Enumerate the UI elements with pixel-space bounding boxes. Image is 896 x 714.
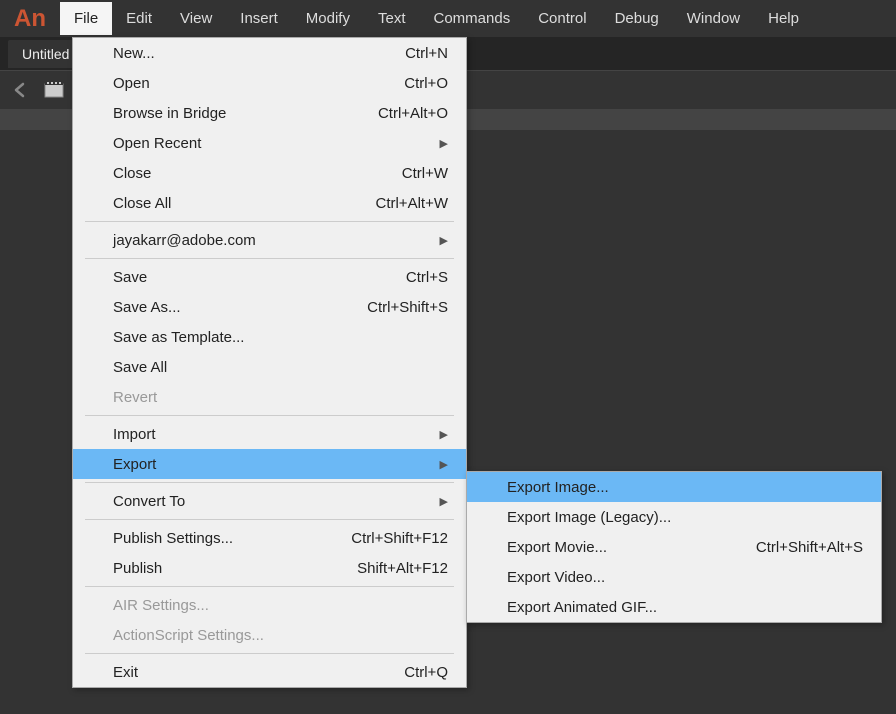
menu-commands[interactable]: Commands — [420, 2, 525, 35]
submenu-item-export-image-legacy[interactable]: Export Image (Legacy)... — [467, 502, 881, 532]
shortcut-label: Ctrl+N — [405, 45, 448, 62]
shortcut-label: Shift+Alt+F12 — [357, 560, 448, 577]
scene-icon[interactable] — [42, 78, 66, 102]
shortcut-label: Ctrl+Shift+Alt+S — [756, 539, 863, 556]
chevron-right-icon: ▶ — [440, 458, 448, 471]
shortcut-label: Ctrl+O — [404, 75, 448, 92]
chevron-right-icon: ▶ — [440, 137, 448, 150]
menu-separator — [85, 653, 454, 654]
menu-debug[interactable]: Debug — [601, 2, 673, 35]
menu-item-import[interactable]: Import ▶ — [73, 419, 466, 449]
menu-window[interactable]: Window — [673, 2, 754, 35]
menu-label: Open Recent — [113, 135, 201, 152]
menu-label: Save As... — [113, 299, 181, 316]
menu-modify[interactable]: Modify — [292, 2, 364, 35]
menu-separator — [85, 258, 454, 259]
menu-label: AIR Settings... — [113, 597, 209, 614]
menu-label: Save — [113, 269, 147, 286]
shortcut-label: Ctrl+Shift+F12 — [351, 530, 448, 547]
app-logo: An — [0, 5, 60, 33]
menu-item-revert: Revert — [73, 382, 466, 412]
menu-label: Export Animated GIF... — [507, 599, 657, 616]
back-arrow-icon[interactable] — [8, 78, 32, 102]
menu-item-save-template[interactable]: Save as Template... — [73, 322, 466, 352]
menu-label: ActionScript Settings... — [113, 627, 264, 644]
submenu-item-export-animated-gif[interactable]: Export Animated GIF... — [467, 592, 881, 622]
menu-item-save-all[interactable]: Save All — [73, 352, 466, 382]
menu-file[interactable]: File — [60, 2, 112, 35]
menu-item-account[interactable]: jayakarr@adobe.com ▶ — [73, 225, 466, 255]
shortcut-label: Ctrl+S — [406, 269, 448, 286]
menu-label: Publish — [113, 560, 162, 577]
menu-control[interactable]: Control — [524, 2, 600, 35]
menu-edit[interactable]: Edit — [112, 2, 166, 35]
menu-label: Export Video... — [507, 569, 605, 586]
menu-label: Browse in Bridge — [113, 105, 226, 122]
menu-text[interactable]: Text — [364, 2, 420, 35]
menu-item-open[interactable]: Open Ctrl+O — [73, 68, 466, 98]
menu-item-publish[interactable]: Publish Shift+Alt+F12 — [73, 553, 466, 583]
menu-item-export[interactable]: Export ▶ — [73, 449, 466, 479]
menu-label: Open — [113, 75, 150, 92]
menu-label: Convert To — [113, 493, 185, 510]
menu-label: Export Image (Legacy)... — [507, 509, 671, 526]
shortcut-label: Ctrl+Q — [404, 664, 448, 681]
menu-item-exit[interactable]: Exit Ctrl+Q — [73, 657, 466, 687]
menu-item-air-settings: AIR Settings... — [73, 590, 466, 620]
menu-label: Publish Settings... — [113, 530, 233, 547]
submenu-item-export-video[interactable]: Export Video... — [467, 562, 881, 592]
menu-label: Export — [113, 456, 156, 473]
menu-separator — [85, 415, 454, 416]
menu-label: Exit — [113, 664, 138, 681]
menu-item-close[interactable]: Close Ctrl+W — [73, 158, 466, 188]
menu-label: Import — [113, 426, 156, 443]
menu-separator — [85, 519, 454, 520]
menu-label: Export Movie... — [507, 539, 607, 556]
export-submenu: Export Image... Export Image (Legacy)...… — [466, 471, 882, 623]
menu-label: Save All — [113, 359, 167, 376]
menu-separator — [85, 221, 454, 222]
shortcut-label: Ctrl+Alt+O — [378, 105, 448, 122]
menu-item-actionscript-settings: ActionScript Settings... — [73, 620, 466, 650]
menu-label: Save as Template... — [113, 329, 244, 346]
menu-item-save-as[interactable]: Save As... Ctrl+Shift+S — [73, 292, 466, 322]
menu-item-publish-settings[interactable]: Publish Settings... Ctrl+Shift+F12 — [73, 523, 466, 553]
shortcut-label: Ctrl+Alt+W — [375, 195, 448, 212]
chevron-right-icon: ▶ — [440, 495, 448, 508]
submenu-item-export-image[interactable]: Export Image... — [467, 472, 881, 502]
menu-item-new[interactable]: New... Ctrl+N — [73, 38, 466, 68]
menubar: An File Edit View Insert Modify Text Com… — [0, 0, 896, 37]
menu-item-close-all[interactable]: Close All Ctrl+Alt+W — [73, 188, 466, 218]
menu-help[interactable]: Help — [754, 2, 813, 35]
menu-separator — [85, 482, 454, 483]
menu-insert[interactable]: Insert — [226, 2, 292, 35]
menu-label: jayakarr@adobe.com — [113, 232, 256, 249]
shortcut-label: Ctrl+Shift+S — [367, 299, 448, 316]
menu-label: Revert — [113, 389, 157, 406]
file-dropdown: New... Ctrl+N Open Ctrl+O Browse in Brid… — [72, 37, 467, 688]
shortcut-label: Ctrl+W — [402, 165, 448, 182]
menu-item-browse-bridge[interactable]: Browse in Bridge Ctrl+Alt+O — [73, 98, 466, 128]
submenu-item-export-movie[interactable]: Export Movie... Ctrl+Shift+Alt+S — [467, 532, 881, 562]
chevron-right-icon: ▶ — [440, 234, 448, 247]
chevron-right-icon: ▶ — [440, 428, 448, 441]
menu-label: Close All — [113, 195, 171, 212]
menu-view[interactable]: View — [166, 2, 226, 35]
menu-label: Close — [113, 165, 151, 182]
menu-separator — [85, 586, 454, 587]
menu-item-save[interactable]: Save Ctrl+S — [73, 262, 466, 292]
menu-label: New... — [113, 45, 155, 62]
menu-label: Export Image... — [507, 479, 609, 496]
menu-item-open-recent[interactable]: Open Recent ▶ — [73, 128, 466, 158]
menu-item-convert-to[interactable]: Convert To ▶ — [73, 486, 466, 516]
